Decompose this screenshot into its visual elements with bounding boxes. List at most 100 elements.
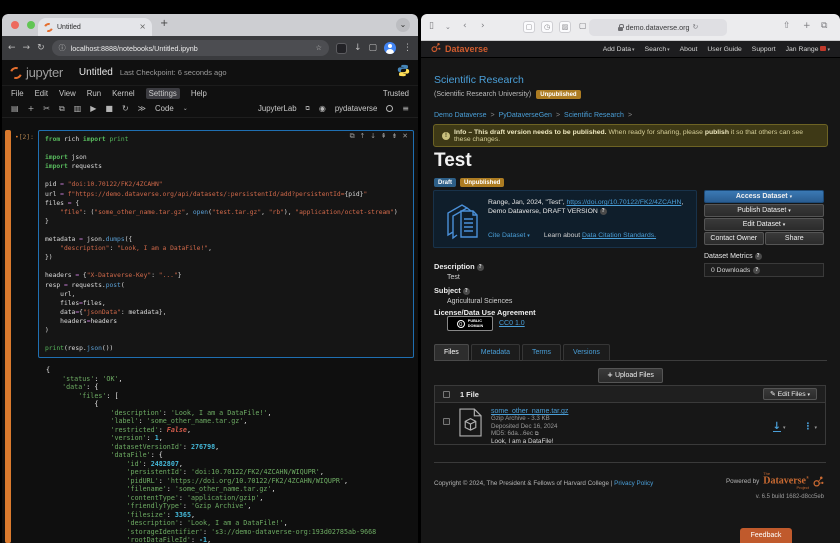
- edit-dataset-button[interactable]: Edit Dataset ▾: [704, 218, 824, 231]
- sidebar-icon[interactable]: ▯: [429, 22, 434, 31]
- share-icon[interactable]: ⇧: [783, 22, 791, 31]
- restart-kernel-icon[interactable]: ↻: [122, 105, 129, 113]
- cut-icon[interactable]: ✂: [43, 105, 50, 113]
- upload-files-button[interactable]: + Upload Files: [598, 368, 663, 383]
- feedback-button[interactable]: Feedback: [740, 528, 792, 543]
- back-icon[interactable]: ‹: [463, 22, 467, 31]
- cc0-badge-icon[interactable]: 0 PUBLICDOMAIN: [447, 316, 493, 331]
- cite-dataset-button[interactable]: Cite Dataset ▾: [488, 232, 530, 239]
- tab-terms[interactable]: Terms: [522, 344, 561, 361]
- tab-close-icon[interactable]: ×: [139, 23, 146, 31]
- menu-edit[interactable]: Edit: [35, 89, 48, 98]
- debugger-icon[interactable]: ◉: [319, 105, 326, 113]
- external-link-icon[interactable]: ⧉: [306, 106, 310, 112]
- downloads-help-icon[interactable]: ?: [753, 267, 760, 274]
- publish-dataset-button[interactable]: Publish Dataset ▾: [704, 204, 824, 217]
- duplicate-cell-icon[interactable]: ⧉: [350, 133, 355, 140]
- tab-versions[interactable]: Versions: [563, 344, 610, 361]
- cell-type-select[interactable]: Code: [155, 104, 174, 113]
- menu-view[interactable]: View: [59, 89, 76, 98]
- kernel-name[interactable]: pydataverse: [335, 104, 377, 113]
- privacy-policy-link[interactable]: Privacy Policy: [614, 480, 653, 487]
- contact-owner-button[interactable]: Contact Owner: [704, 232, 764, 245]
- access-dataset-button[interactable]: Access Dataset ▾: [704, 190, 824, 203]
- site-info-icon[interactable]: ⓘ: [59, 45, 66, 52]
- menu-file[interactable]: File: [11, 89, 24, 98]
- window-zoom-button[interactable]: [27, 21, 35, 29]
- breadcrumb-root[interactable]: Demo Dataverse: [434, 112, 487, 119]
- code-editor[interactable]: from rich import print import jsonimport…: [45, 135, 407, 353]
- download-file-button[interactable]: ↓▾: [773, 416, 786, 434]
- menu-run[interactable]: Run: [87, 89, 101, 98]
- restart-run-all-icon[interactable]: ≫: [138, 105, 146, 113]
- new-tab-icon[interactable]: +: [803, 22, 811, 31]
- save-icon[interactable]: ▤: [11, 105, 19, 113]
- reload-icon[interactable]: ↻: [37, 44, 45, 53]
- menu-help[interactable]: Help: [191, 89, 207, 98]
- breadcrumb-collection[interactable]: PyDataverseGen: [499, 112, 552, 119]
- extension-icon[interactable]: [336, 43, 347, 54]
- edit-files-button[interactable]: ✎ Edit Files ▾: [763, 388, 817, 400]
- select-all-checkbox[interactable]: [443, 391, 450, 398]
- file-row[interactable]: some_other_name.tar.gz Gzip Archive - 3.…: [435, 403, 825, 444]
- new-tab-button[interactable]: +: [160, 19, 168, 29]
- file-name-link[interactable]: some_other_name.tar.gz: [491, 408, 568, 415]
- paste-icon[interactable]: ▥: [74, 105, 82, 113]
- notebook-menu-icon[interactable]: ≡: [402, 105, 409, 113]
- reader-reload-icon[interactable]: ↻: [693, 24, 699, 31]
- extension-icon-photos[interactable]: ▨: [559, 21, 571, 33]
- bookmark-star-icon[interactable]: ☆: [316, 45, 322, 52]
- metrics-help-icon[interactable]: ?: [755, 253, 762, 260]
- chrome-menu-icon[interactable]: ⋮: [403, 44, 412, 53]
- description-help-icon[interactable]: ?: [477, 264, 484, 271]
- tab-overview-icon[interactable]: ⧉: [821, 22, 827, 31]
- extension-icon-window[interactable]: ▢: [523, 21, 535, 33]
- window-close-button[interactable]: [11, 21, 19, 29]
- nav-about[interactable]: About: [680, 46, 698, 53]
- forward-icon[interactable]: →: [23, 44, 31, 53]
- back-icon[interactable]: ←: [8, 44, 16, 53]
- tab-files[interactable]: Files: [434, 344, 469, 361]
- privacy-shield-icon[interactable]: ▢: [579, 22, 587, 30]
- move-cell-down-icon[interactable]: ↓: [370, 133, 376, 140]
- collection-title-link[interactable]: Scientific Research: [434, 74, 524, 86]
- move-cell-up-icon[interactable]: ↑: [359, 133, 365, 140]
- insert-cell-below-icon[interactable]: ⇟: [392, 133, 398, 140]
- delete-cell-icon[interactable]: ✕: [402, 133, 408, 140]
- jupyterlab-link[interactable]: JupyterLab: [258, 104, 297, 113]
- browser-tab[interactable]: Untitled ×: [38, 18, 152, 36]
- file-checkbox[interactable]: [443, 418, 450, 425]
- tab-groups-icon[interactable]: ▢: [368, 44, 377, 53]
- insert-cell-above-icon[interactable]: ⇞: [381, 133, 387, 140]
- breadcrumb-subcollection[interactable]: Scientific Research: [564, 112, 624, 119]
- forward-icon[interactable]: ›: [481, 22, 485, 31]
- code-cell[interactable]: ⧉ ↑ ↓ ⇞ ⇟ ✕ from rich import print impor…: [38, 130, 414, 358]
- menu-settings[interactable]: Settings: [146, 88, 180, 99]
- run-icon[interactable]: ▶: [90, 105, 96, 113]
- nav-search[interactable]: Search▾: [645, 46, 670, 53]
- dataverse-brand[interactable]: Dataverse: [445, 44, 488, 54]
- copy-md5-icon[interactable]: ⧉: [535, 432, 539, 438]
- cell-type-chevron-icon[interactable]: ⌄: [183, 106, 188, 112]
- subject-help-icon[interactable]: ?: [463, 288, 470, 295]
- nav-support[interactable]: Support: [752, 46, 776, 53]
- notebook-title[interactable]: Untitled: [79, 67, 113, 78]
- cc0-link[interactable]: CC0 1.0: [499, 320, 525, 327]
- add-cell-icon[interactable]: +: [28, 105, 35, 113]
- nav-add-data[interactable]: Add Data▾: [603, 46, 635, 53]
- nav-user-guide[interactable]: User Guide: [707, 46, 741, 53]
- profile-avatar[interactable]: [384, 42, 396, 54]
- share-button[interactable]: Share: [765, 232, 825, 245]
- sidebar-chevron-icon[interactable]: ⌄: [445, 24, 451, 31]
- downloads-icon[interactable]: ↓: [354, 44, 362, 53]
- tab-metadata[interactable]: Metadata: [471, 344, 520, 361]
- menu-kernel[interactable]: Kernel: [112, 89, 135, 98]
- dataverse-project-logo[interactable]: The Dataverse® Project: [763, 472, 809, 490]
- address-bar[interactable]: ⓘ localhost:8888/notebooks/Untitled.ipyn…: [52, 40, 329, 56]
- tab-list-chevron-icon[interactable]: ⌄: [396, 18, 410, 32]
- citation-standards-link[interactable]: Data Citation Standards.: [582, 232, 656, 239]
- extension-icon-clock[interactable]: ◷: [541, 21, 553, 33]
- citation-help-icon[interactable]: ?: [600, 208, 607, 215]
- doi-link[interactable]: https://doi.org/10.70122/FK2/4ZCAHN: [567, 199, 682, 206]
- copy-icon[interactable]: ⧉: [59, 105, 65, 113]
